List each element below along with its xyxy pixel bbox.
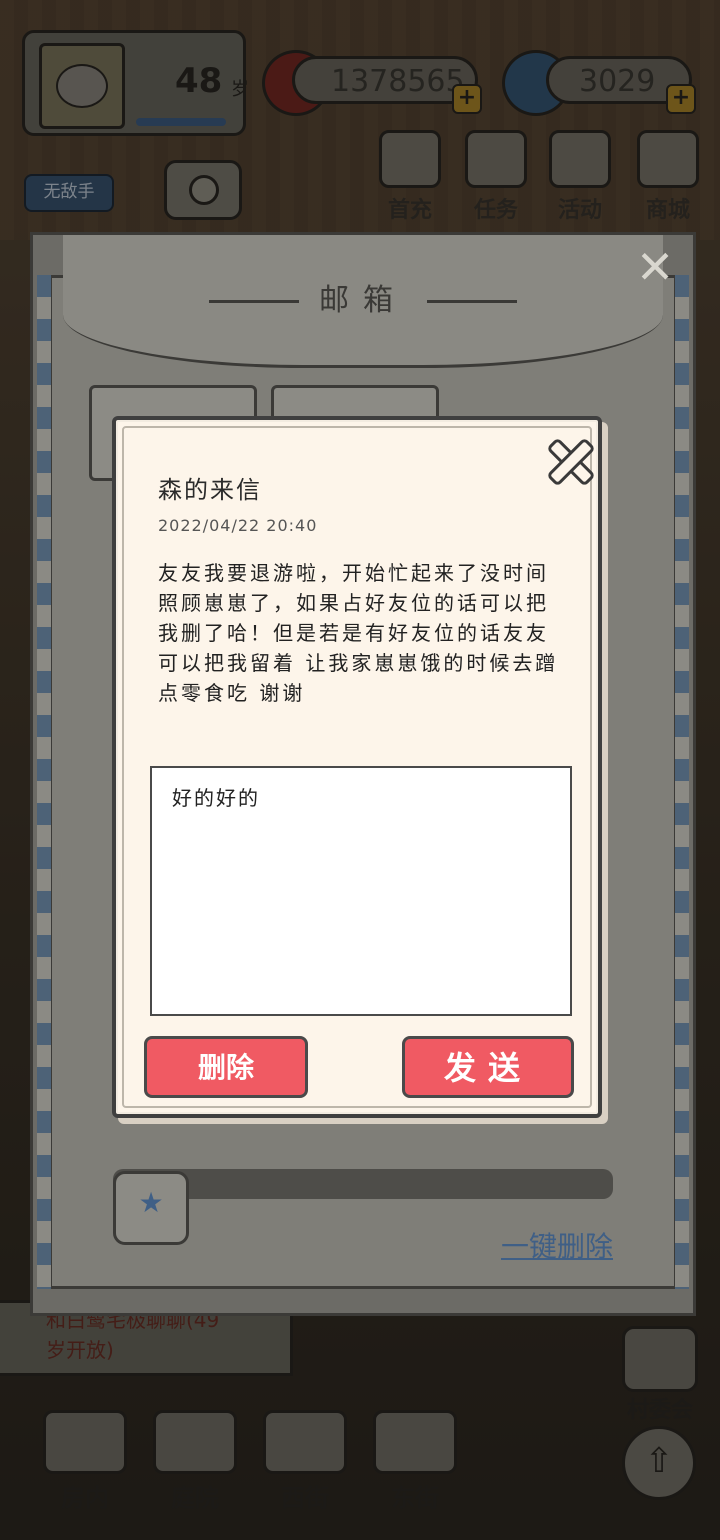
send-button[interactable]: 发送	[402, 1036, 574, 1098]
mailbox-close-icon[interactable]: ✕	[629, 241, 681, 293]
shield-star-icon[interactable]	[113, 1171, 189, 1245]
airmail-stripe-right	[675, 275, 689, 1289]
mailbox-title: 邮箱	[33, 275, 693, 319]
letter-body: 友友我要退游啦，开始忙起来了没时间照顾崽崽了，如果占好友位的话可以把我删了哈！但…	[158, 561, 559, 705]
airmail-stripe-left	[37, 275, 51, 1289]
delete-button[interactable]: 删除	[144, 1036, 308, 1098]
letter-title: 森的来信	[158, 476, 262, 504]
letter-dialog: 森的来信 2022/04/22 20:40 友友我要退游啦，开始忙起来了没时间照…	[112, 416, 602, 1118]
close-icon[interactable]	[540, 432, 596, 484]
reply-input[interactable]: 好的好的	[150, 766, 572, 1016]
letter-date: 2022/04/22 20:40	[158, 516, 318, 535]
delete-all-link[interactable]: 一键删除	[501, 1225, 613, 1265]
